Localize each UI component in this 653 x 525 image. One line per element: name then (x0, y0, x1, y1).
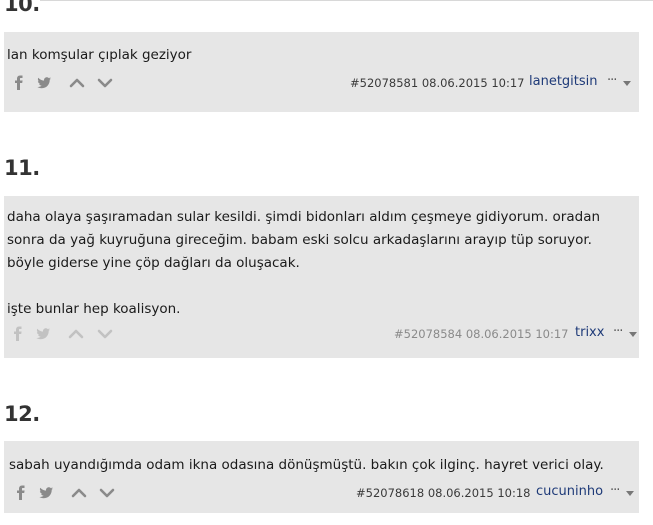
entry-meta: #52078584 08.06.2015 10:17 (394, 327, 568, 341)
facebook-icon[interactable] (10, 326, 26, 342)
entry-date[interactable]: 08.06.2015 10:17 (422, 76, 525, 90)
entry-footer: #52078618 08.06.2015 10:18 cucuninho ··· (4, 482, 639, 504)
entry-id-link[interactable]: #52078581 (350, 76, 418, 90)
entry-meta: #52078618 08.06.2015 10:18 (356, 486, 530, 500)
downvote-icon[interactable] (97, 326, 113, 342)
author-link[interactable]: lanetgitsin (529, 74, 598, 89)
author-link[interactable]: cucuninho (536, 484, 603, 499)
facebook-icon[interactable] (11, 75, 27, 91)
entry-text: sabah uyandığımda odam ikna odasına dönü… (9, 457, 604, 473)
entry-footer: #52078581 08.06.2015 10:17 lanetgitsin ·… (4, 72, 639, 94)
chevron-down-icon[interactable] (626, 491, 634, 496)
downvote-icon[interactable] (99, 485, 115, 501)
author-link[interactable]: trixx (575, 325, 604, 340)
twitter-icon[interactable] (36, 75, 52, 91)
more-options-icon[interactable]: ··· (607, 73, 617, 88)
entry-date[interactable]: 08.06.2015 10:17 (466, 327, 569, 341)
entry-date[interactable]: 08.06.2015 10:18 (428, 486, 531, 500)
chevron-down-icon[interactable] (623, 81, 631, 86)
entry-id-link[interactable]: #52078618 (356, 486, 424, 500)
entry-id-link[interactable]: #52078584 (394, 327, 462, 341)
upvote-icon[interactable] (71, 485, 87, 501)
upvote-icon[interactable] (68, 326, 84, 342)
downvote-icon[interactable] (97, 75, 113, 91)
facebook-icon[interactable] (13, 485, 29, 501)
entry-meta: #52078581 08.06.2015 10:17 (350, 76, 524, 90)
entry-number: 12. (4, 402, 40, 426)
top-divider (40, 0, 653, 1)
more-options-icon[interactable]: ··· (610, 483, 620, 498)
more-options-icon[interactable]: ··· (613, 324, 623, 339)
chevron-down-icon[interactable] (629, 332, 637, 337)
entry-card: lan komşular çıplak geziyor #52078581 08… (4, 32, 639, 112)
upvote-icon[interactable] (69, 75, 85, 91)
entry-text: daha olaya şaşıramadan sular kesildi. şi… (7, 209, 601, 317)
entry-card: sabah uyandığımda odam ikna odasına dönü… (4, 441, 639, 513)
entry-text: lan komşular çıplak geziyor (7, 47, 192, 63)
entry-footer: #52078584 08.06.2015 10:17 trixx ··· (4, 323, 639, 345)
entry-number: 11. (4, 156, 40, 180)
entry-number: 10. (4, 0, 40, 16)
entry-card: daha olaya şaşıramadan sular kesildi. şi… (4, 196, 639, 358)
twitter-icon[interactable] (35, 326, 51, 342)
twitter-icon[interactable] (38, 485, 54, 501)
